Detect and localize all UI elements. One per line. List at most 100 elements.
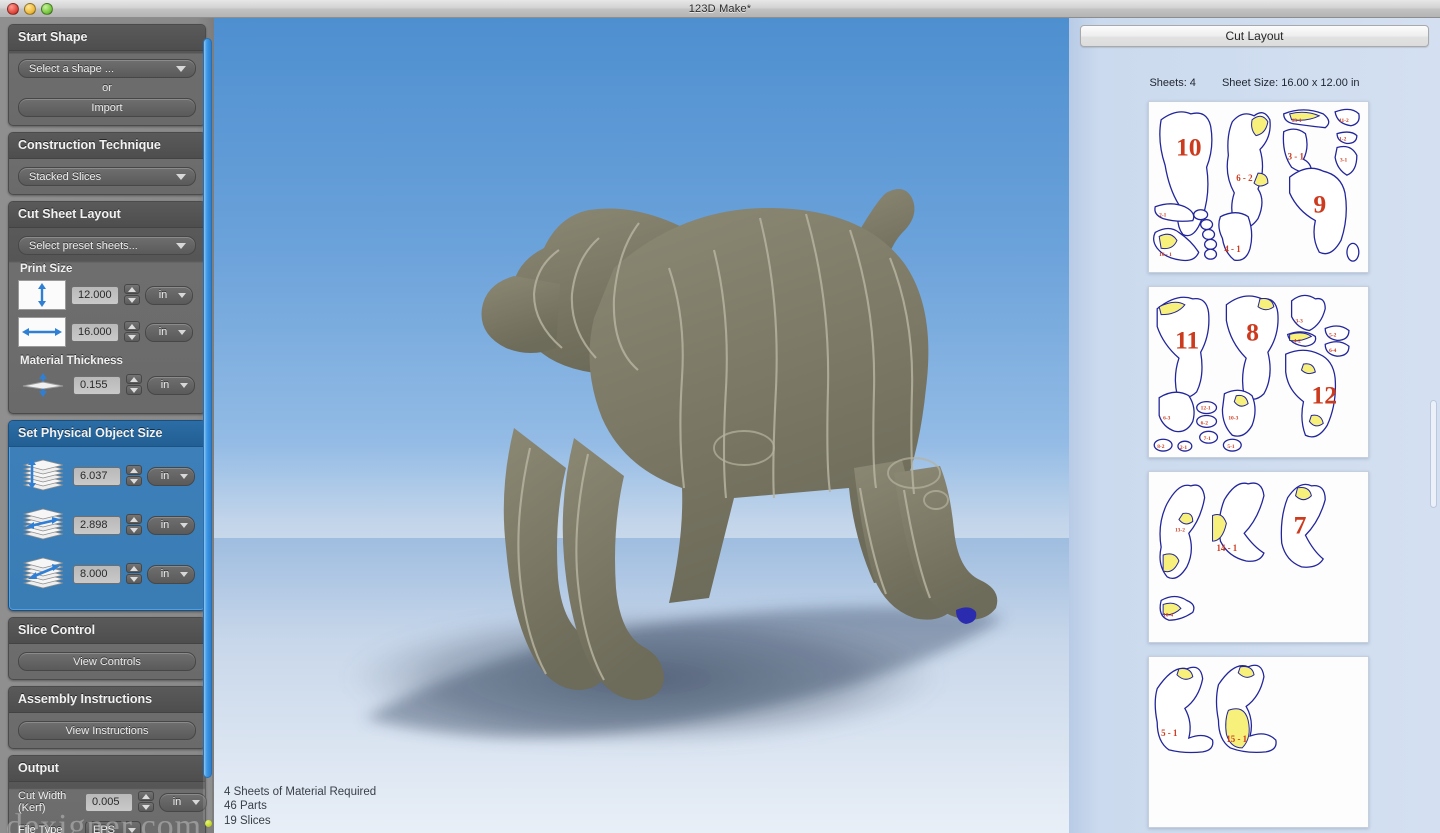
import-button-label: Import: [91, 101, 123, 114]
chevron-down-icon: [180, 383, 188, 388]
stepper-down-icon[interactable]: [126, 476, 142, 486]
chevron-down-icon: [178, 330, 186, 335]
or-label: or: [102, 82, 112, 94]
cut-sheet-4-drawing: 5 - 1 15 - 1: [1154, 664, 1277, 754]
print-width-stepper[interactable]: [124, 321, 140, 343]
object-depth-unit-dropdown[interactable]: in: [147, 564, 195, 584]
panel-title-cut-sheet-layout: Cut Sheet Layout: [9, 202, 205, 228]
import-button[interactable]: Import: [18, 98, 196, 117]
kerf-label: Cut Width (Kerf): [18, 790, 80, 814]
view-instructions-button[interactable]: View Instructions: [18, 721, 196, 740]
chevron-down-icon: [176, 65, 186, 72]
panel-slice-control: Slice Control View Controls: [8, 617, 206, 680]
stepper-down-icon[interactable]: [126, 525, 142, 535]
status-parts: 46 Parts: [224, 800, 267, 812]
part-label: 6-4: [1329, 348, 1337, 354]
object-width-input[interactable]: 2.898: [73, 515, 121, 535]
print-width-input[interactable]: 16.000: [71, 322, 119, 342]
part-label: 6 - 2: [1236, 173, 1253, 183]
cut-sheet-thumbnail-4[interactable]: 5 - 1 15 - 1: [1148, 656, 1369, 828]
part-label: 12-1: [1201, 406, 1211, 412]
part-label: 9: [1313, 190, 1326, 219]
part-label: 2-1: [1159, 213, 1167, 219]
object-height-unit-dropdown[interactable]: in: [147, 466, 195, 486]
kerf-stepper[interactable]: [138, 791, 154, 813]
cut-layout-tab[interactable]: Cut Layout: [1080, 25, 1429, 47]
preset-sheets-value: Select preset sheets...: [29, 239, 138, 252]
part-label: 13-1: [1292, 118, 1302, 124]
cut-sheet-thumbnail-3[interactable]: 13-2 14 - 1 7 10-4: [1148, 471, 1369, 643]
panel-title-slice-control: Slice Control: [9, 618, 205, 644]
kerf-label-line1: Cut Width: [18, 790, 67, 802]
material-thickness-unit-value: in: [160, 379, 170, 391]
stepper-up-icon[interactable]: [126, 465, 142, 475]
part-label: 8-2: [1157, 444, 1165, 450]
object-depth-input[interactable]: 8.000: [73, 564, 121, 584]
stepper-down-icon[interactable]: [138, 802, 154, 812]
stepper-up-icon[interactable]: [126, 514, 142, 524]
kerf-input[interactable]: 0.005: [85, 792, 133, 812]
view-controls-label: View Controls: [73, 655, 141, 668]
print-height-unit-dropdown[interactable]: in: [145, 285, 193, 305]
vertical-arrow-icon: [18, 280, 66, 310]
window-controls[interactable]: [7, 2, 53, 15]
file-type-row: File Type EPS: [18, 821, 196, 833]
part-label: 10-4: [1163, 612, 1173, 618]
part-label: 6-3: [1163, 415, 1171, 421]
right-panel[interactable]: Cut Layout Sheets: 4 Sheet Size: 16.00 x…: [1069, 18, 1440, 833]
kerf-unit-dropdown[interactable]: in: [159, 792, 207, 812]
view-controls-button[interactable]: View Controls: [18, 652, 196, 671]
part-label: 11-2: [1339, 118, 1349, 124]
preset-sheets-dropdown[interactable]: Select preset sheets...: [18, 236, 196, 255]
stepper-up-icon[interactable]: [126, 374, 142, 384]
print-height-input[interactable]: 12.000: [71, 285, 119, 305]
maximize-button[interactable]: [41, 2, 53, 15]
status-slices: 19 Slices: [224, 814, 271, 827]
stepper-up-icon[interactable]: [126, 563, 142, 573]
stepper-down-icon[interactable]: [124, 295, 140, 305]
object-height-unit-value: in: [160, 470, 170, 482]
cut-sheet-thumbnail-1[interactable]: 10 6 - 2 13-1 11-2 1-2 3 - 1 3-1 9 2-1 1…: [1148, 101, 1369, 273]
print-width-unit-dropdown[interactable]: in: [145, 322, 193, 342]
print-height-stepper[interactable]: [124, 284, 140, 306]
stepper-down-icon[interactable]: [124, 332, 140, 342]
sidebar-scrollbar-thumb[interactable]: [203, 38, 212, 778]
sheets-count-label: Sheets: 4: [1149, 77, 1196, 89]
material-thickness-input[interactable]: 0.155: [73, 375, 121, 395]
object-width-unit-dropdown[interactable]: in: [147, 515, 195, 535]
minimize-button[interactable]: [24, 2, 36, 15]
3d-viewport[interactable]: 4 Sheets of Material Required 46 Parts 1…: [214, 18, 1069, 833]
file-type-label: File Type: [18, 823, 63, 833]
stepper-down-icon[interactable]: [126, 385, 142, 395]
chevron-down-icon: [128, 827, 136, 833]
close-button[interactable]: [7, 2, 19, 15]
object-width-stepper[interactable]: [126, 514, 142, 536]
stack-width-icon: [18, 504, 68, 546]
part-label: 15 - 1: [1226, 734, 1247, 744]
right-panel-scrollbar-thumb[interactable]: [1430, 400, 1437, 508]
shape-select-dropdown[interactable]: Select a shape ...: [18, 59, 196, 78]
panel-title-output: Output: [9, 756, 205, 782]
stepper-up-icon[interactable]: [124, 284, 140, 294]
left-sidebar[interactable]: Start Shape Select a shape ... or Import…: [0, 18, 214, 833]
material-thickness-unit-dropdown[interactable]: in: [147, 375, 195, 395]
construction-technique-dropdown[interactable]: Stacked Slices: [18, 167, 196, 186]
print-width-unit-value: in: [158, 326, 168, 338]
object-depth-stepper[interactable]: [126, 563, 142, 585]
sheet-size-label: Sheet Size: 16.00 x 12.00 in: [1221, 77, 1360, 89]
cut-layout-label: Cut Layout: [1225, 29, 1284, 43]
object-height-stepper[interactable]: [126, 465, 142, 487]
stepper-up-icon[interactable]: [124, 321, 140, 331]
resize-indicator-dot[interactable]: [205, 820, 212, 827]
stepper-down-icon[interactable]: [126, 574, 142, 584]
part-label: 16 - 1: [1159, 252, 1172, 258]
material-thickness-stepper[interactable]: [126, 374, 142, 396]
object-height-input[interactable]: 6.037: [73, 466, 121, 486]
part-label: 13-2: [1175, 527, 1185, 533]
part-label: 6-2: [1201, 420, 1209, 426]
cut-sheet-thumbnail-2[interactable]: 11 8 3-3 4-2 5-2 6-4 12 6-3 10-3 12-1 6-…: [1148, 286, 1369, 458]
file-type-dropdown[interactable]: EPS: [85, 821, 141, 833]
dog-model-render: [214, 189, 1069, 833]
stack-depth-icon: [18, 553, 68, 595]
stepper-up-icon[interactable]: [138, 791, 154, 801]
